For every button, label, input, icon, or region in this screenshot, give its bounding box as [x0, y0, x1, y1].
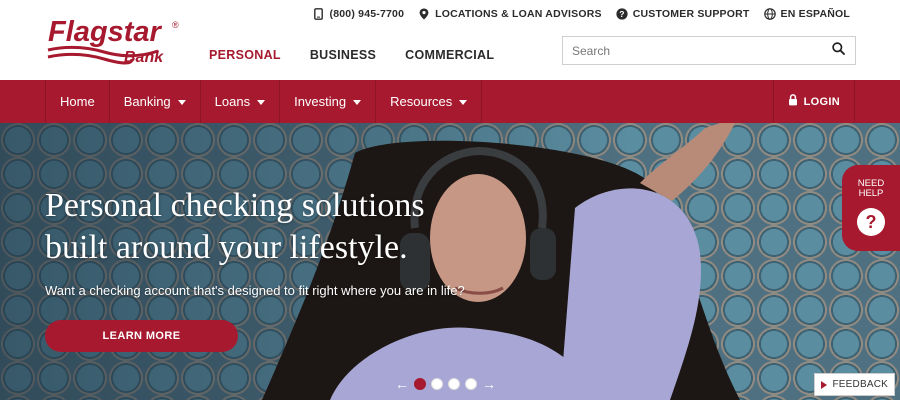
search-box — [562, 36, 856, 65]
help-circle-icon: ? — [616, 8, 628, 20]
play-arrow-icon — [821, 380, 828, 389]
segment-nav: PERSONAL BUSINESS COMMERCIAL — [209, 48, 494, 62]
chevron-down-icon — [177, 99, 186, 105]
carousel-dot-3[interactable] — [448, 378, 460, 390]
location-pin-icon — [418, 8, 430, 20]
nav-item-loans-label: Loans — [214, 94, 251, 109]
need-help-widget[interactable]: NEED HELP ? — [842, 165, 900, 251]
segment-commercial[interactable]: COMMERCIAL — [405, 48, 494, 62]
need-help-label: NEED HELP — [842, 179, 900, 199]
logo-wordmark: Flagstar — [48, 16, 163, 48]
nav-item-loans[interactable]: Loans — [201, 80, 281, 123]
feedback-label: FEEDBACK — [832, 379, 888, 390]
nav-item-investing[interactable]: Investing — [280, 80, 377, 123]
carousel-dot-2[interactable] — [431, 378, 443, 390]
chevron-down-icon — [257, 99, 266, 105]
espanol-link[interactable]: EN ESPAÑOL — [763, 8, 850, 20]
nav-item-resources[interactable]: Resources — [376, 80, 483, 123]
carousel-controls: ← → — [395, 376, 496, 392]
nav-item-investing-label: Investing — [294, 94, 347, 109]
hero-banner: Personal checking solutions built around… — [0, 123, 900, 400]
svg-text:?: ? — [619, 9, 624, 19]
carousel-next-arrow-icon[interactable]: → — [482, 376, 496, 392]
main-nav: Home Banking Loans Investing Resources L… — [0, 80, 900, 123]
phone-link[interactable]: (800) 945-7700 — [313, 8, 405, 20]
customer-support-label: CUSTOMER SUPPORT — [632, 8, 750, 20]
search-input[interactable] — [563, 37, 821, 64]
logo-registered-mark: ® — [172, 20, 179, 30]
login-label: LOGIN — [803, 95, 840, 108]
carousel-prev-arrow-icon[interactable]: ← — [395, 376, 409, 392]
main-nav-items: Home Banking Loans Investing Resources — [45, 80, 483, 123]
locations-link[interactable]: LOCATIONS & LOAN ADVISORS — [418, 8, 602, 20]
customer-support-link[interactable]: ? CUSTOMER SUPPORT — [616, 8, 750, 20]
nav-item-home[interactable]: Home — [46, 80, 110, 123]
question-mark-icon: ? — [857, 208, 885, 236]
phone-label: (800) 945-7700 — [329, 8, 405, 20]
espanol-label: EN ESPAÑOL — [780, 8, 850, 20]
utility-bar: (800) 945-7700 LOCATIONS & LOAN ADVISORS… — [313, 7, 850, 21]
feedback-button[interactable]: FEEDBACK — [814, 373, 895, 396]
login-button[interactable]: LOGIN — [772, 80, 855, 123]
logo-bank-text: Bank — [124, 49, 164, 66]
chevron-down-icon — [353, 99, 362, 105]
search-button[interactable] — [821, 37, 855, 64]
flagstar-bank-logo[interactable]: Flagstar ® Bank — [46, 14, 186, 70]
chevron-down-icon — [459, 99, 468, 105]
search-icon — [831, 41, 845, 60]
globe-icon — [763, 8, 776, 20]
nav-item-banking[interactable]: Banking — [110, 80, 201, 123]
nav-item-banking-label: Banking — [123, 94, 171, 109]
carousel-dot-4[interactable] — [465, 378, 477, 390]
segment-personal[interactable]: PERSONAL — [209, 48, 281, 62]
nav-item-resources-label: Resources — [390, 94, 453, 109]
lock-icon — [788, 94, 798, 109]
carousel-dot-1[interactable] — [414, 378, 426, 390]
hero-headline-line-1: Personal checking solutions — [45, 187, 425, 224]
segment-business[interactable]: BUSINESS — [310, 48, 376, 62]
phone-icon — [313, 8, 325, 20]
learn-more-button[interactable]: LEARN MORE — [45, 320, 238, 352]
site-header: Flagstar ® Bank (800) 945-7700 LOCATIONS… — [0, 0, 900, 80]
hero-subtext: Want a checking account that's designed … — [45, 283, 465, 298]
hero-headline: Personal checking solutions built around… — [45, 185, 515, 269]
need-help-line-2: HELP — [858, 188, 884, 199]
hero-headline-line-2: built around your lifestyle. — [45, 229, 408, 266]
nav-item-home-label: Home — [60, 94, 95, 109]
locations-label: LOCATIONS & LOAN ADVISORS — [435, 8, 602, 20]
